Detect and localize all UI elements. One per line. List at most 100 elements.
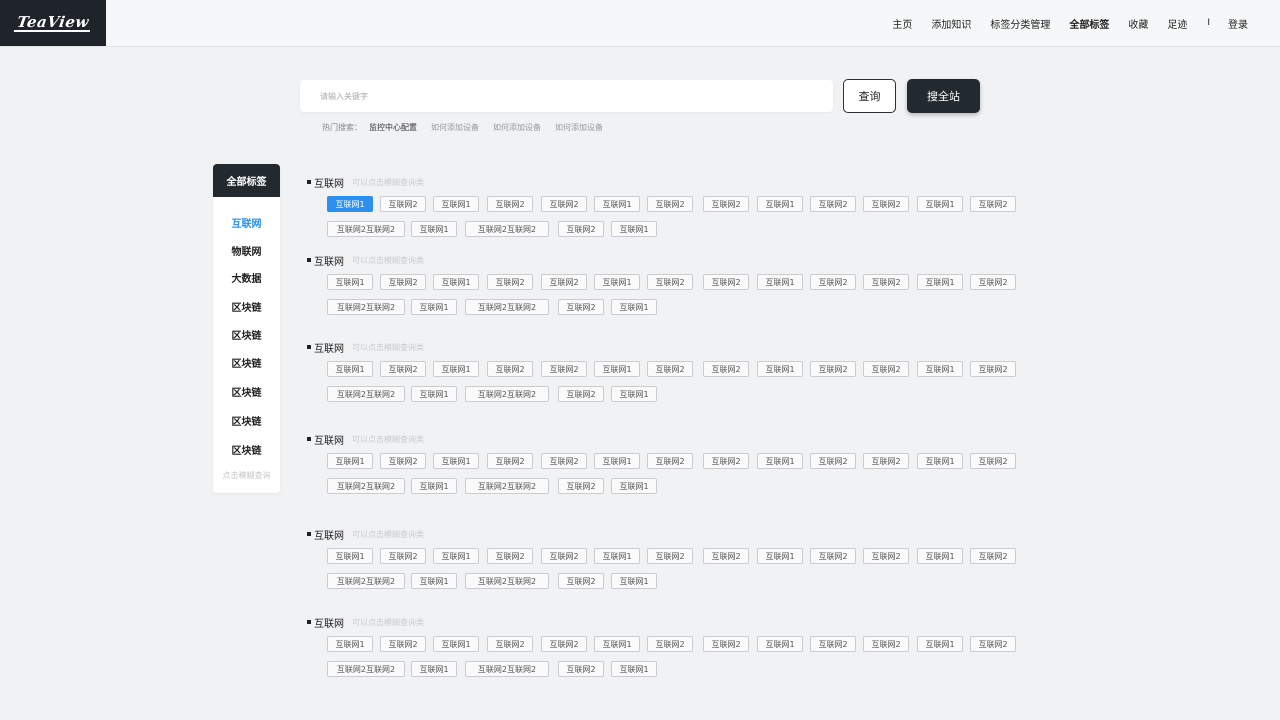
hot-keyword[interactable]: 监控中心配置: [369, 122, 417, 133]
sidebar-item-blockchain[interactable]: 区块链: [213, 299, 280, 314]
tag-chip[interactable]: 互联网2: [703, 453, 749, 469]
tag-chip[interactable]: 互联网1: [327, 548, 373, 564]
tag-chip[interactable]: 互联网2互联网2: [327, 299, 405, 315]
tag-chip[interactable]: 互联网2: [863, 453, 909, 469]
tag-chip[interactable]: 互联网2: [541, 274, 587, 290]
tag-chip[interactable]: 互联网2: [380, 548, 426, 564]
tag-chip[interactable]: 互联网2: [810, 196, 856, 212]
sidebar-item-blockchain[interactable]: 区块链: [213, 413, 280, 428]
tag-chip[interactable]: 互联网1: [594, 196, 640, 212]
tag-chip[interactable]: 互联网2: [558, 478, 604, 494]
tag-chip[interactable]: 互联网1: [327, 274, 373, 290]
tag-chip[interactable]: 互联网1: [594, 548, 640, 564]
tag-chip[interactable]: 互联网2: [970, 361, 1016, 377]
tag-chip[interactable]: 互联网1: [611, 299, 657, 315]
tag-chip[interactable]: 互联网2: [703, 636, 749, 652]
nav-favorites[interactable]: 收藏: [1128, 16, 1148, 31]
tag-chip[interactable]: 互联网1: [433, 548, 479, 564]
tag-chip[interactable]: 互联网2: [647, 453, 693, 469]
tag-chip[interactable]: 互联网1: [594, 636, 640, 652]
tag-chip[interactable]: 互联网2互联网2: [327, 661, 405, 677]
tag-chip[interactable]: 互联网2: [558, 661, 604, 677]
tag-chip[interactable]: 互联网2: [487, 453, 533, 469]
tag-chip[interactable]: 互联网1: [594, 361, 640, 377]
tag-chip[interactable]: 互联网2: [703, 196, 749, 212]
sidebar-item-blockchain[interactable]: 区块链: [213, 384, 280, 399]
tag-chip[interactable]: 互联网2互联网2: [327, 386, 405, 402]
tag-chip[interactable]: 互联网2: [558, 221, 604, 237]
search-site-button[interactable]: 搜全站: [907, 79, 980, 113]
tag-chip[interactable]: 互联网1: [917, 361, 963, 377]
hot-keyword[interactable]: 如何添加设备: [493, 122, 541, 133]
tag-chip[interactable]: 互联网1: [917, 636, 963, 652]
tag-chip[interactable]: 互联网2: [703, 361, 749, 377]
tag-chip[interactable]: 互联网1: [611, 661, 657, 677]
tag-chip[interactable]: 互联网1: [411, 661, 457, 677]
tag-chip[interactable]: 互联网2互联网2: [465, 478, 549, 494]
tag-chip[interactable]: 互联网1: [611, 478, 657, 494]
tag-chip[interactable]: 互联网2: [703, 548, 749, 564]
nav-home[interactable]: 主页: [892, 16, 912, 31]
tag-chip[interactable]: 互联网2: [810, 361, 856, 377]
tag-chip[interactable]: 互联网2: [810, 274, 856, 290]
tag-chip[interactable]: 互联网2: [970, 548, 1016, 564]
tag-chip[interactable]: 互联网1: [327, 636, 373, 652]
nav-footprint[interactable]: 足迹: [1167, 16, 1187, 31]
tag-chip[interactable]: 互联网2互联网2: [327, 573, 405, 589]
tag-chip[interactable]: 互联网1: [433, 361, 479, 377]
sidebar-item-blockchain[interactable]: 区块链: [213, 327, 280, 342]
tag-chip[interactable]: 互联网2: [558, 299, 604, 315]
tag-chip[interactable]: 互联网2: [647, 636, 693, 652]
tag-chip[interactable]: 互联网2: [863, 548, 909, 564]
section-title[interactable]: 互联网: [314, 175, 344, 190]
tag-chip[interactable]: 互联网2: [380, 361, 426, 377]
query-button[interactable]: 查询: [843, 79, 896, 113]
tag-chip[interactable]: 互联网1: [917, 274, 963, 290]
tag-chip[interactable]: 互联网2: [541, 548, 587, 564]
tag-chip[interactable]: 互联网2: [380, 274, 426, 290]
tag-chip[interactable]: 互联网2: [541, 361, 587, 377]
tag-chip[interactable]: 互联网2: [863, 196, 909, 212]
tag-chip[interactable]: 互联网2互联网2: [465, 386, 549, 402]
sidebar-item-big-data[interactable]: 大数据: [213, 270, 280, 285]
tag-chip[interactable]: 互联网1: [594, 274, 640, 290]
tag-chip[interactable]: 互联网2互联网2: [465, 221, 549, 237]
tag-chip[interactable]: 互联网2: [647, 274, 693, 290]
login-link[interactable]: 登录: [1228, 16, 1248, 31]
tag-chip[interactable]: 互联网2互联网2: [465, 573, 549, 589]
tag-chip[interactable]: 互联网2: [863, 636, 909, 652]
tag-chip[interactable]: 互联网1: [411, 478, 457, 494]
tag-chip[interactable]: 互联网1: [433, 196, 479, 212]
tag-chip[interactable]: 互联网2互联网2: [465, 661, 549, 677]
tag-chip[interactable]: 互联网2: [810, 548, 856, 564]
nav-all-tags[interactable]: 全部标签: [1069, 16, 1109, 31]
tag-chip[interactable]: 互联网1: [327, 196, 373, 212]
tag-chip[interactable]: 互联网1: [594, 453, 640, 469]
tag-chip[interactable]: 互联网2: [487, 548, 533, 564]
tag-chip[interactable]: 互联网1: [757, 636, 803, 652]
tag-chip[interactable]: 互联网2: [970, 636, 1016, 652]
teaview-logo[interactable]: TeaView: [0, 0, 106, 46]
tag-chip[interactable]: 互联网2: [647, 196, 693, 212]
tag-chip[interactable]: 互联网2: [703, 274, 749, 290]
tag-chip[interactable]: 互联网1: [757, 453, 803, 469]
tag-chip[interactable]: 互联网2: [541, 636, 587, 652]
tag-chip[interactable]: 互联网1: [757, 274, 803, 290]
tag-chip[interactable]: 互联网2: [558, 573, 604, 589]
tag-chip[interactable]: 互联网2: [487, 274, 533, 290]
tag-chip[interactable]: 互联网2: [647, 361, 693, 377]
sidebar-item-internet[interactable]: 互联网: [213, 215, 280, 230]
tag-chip[interactable]: 互联网1: [327, 361, 373, 377]
tag-chip[interactable]: 互联网2: [541, 453, 587, 469]
tag-chip[interactable]: 互联网1: [411, 221, 457, 237]
tag-chip[interactable]: 互联网1: [757, 548, 803, 564]
tag-chip[interactable]: 互联网2互联网2: [327, 221, 405, 237]
tag-chip[interactable]: 互联网2: [487, 196, 533, 212]
tag-chip[interactable]: 互联网1: [917, 548, 963, 564]
tag-chip[interactable]: 互联网2: [970, 196, 1016, 212]
tag-chip[interactable]: 互联网2: [970, 453, 1016, 469]
tag-chip[interactable]: 互联网2: [380, 636, 426, 652]
tag-chip[interactable]: 互联网2: [863, 274, 909, 290]
sidebar-item-blockchain[interactable]: 区块链: [213, 355, 280, 370]
tag-chip[interactable]: 互联网2互联网2: [465, 299, 549, 315]
